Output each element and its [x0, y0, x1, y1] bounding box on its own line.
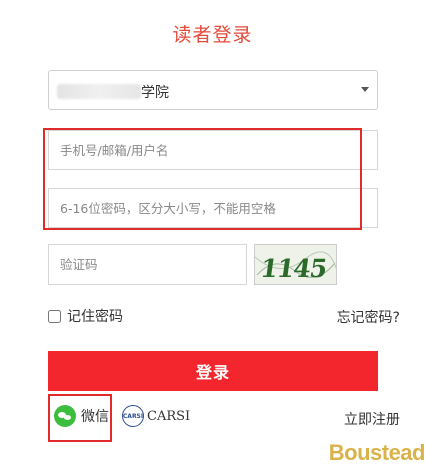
- carsi-label: CARSI: [147, 408, 191, 424]
- carsi-icon: CARSI: [122, 405, 144, 427]
- wechat-label: 微信: [81, 409, 109, 425]
- carsi-login-button[interactable]: CARSI CARSI: [122, 405, 190, 427]
- forgot-password-link[interactable]: 忘记密码?: [337, 307, 400, 327]
- chevron-down-icon[interactable]: [361, 87, 369, 92]
- remember-label: 记住密码: [67, 309, 123, 325]
- captcha-input[interactable]: [49, 245, 246, 284]
- wechat-login-button[interactable]: 微信: [54, 405, 109, 427]
- school-select[interactable]: 学院: [48, 70, 378, 110]
- blurred-school-name: [57, 84, 141, 99]
- captcha-text: 1145: [259, 253, 329, 283]
- login-button[interactable]: 登录: [48, 351, 378, 391]
- brand-watermark: Boustead: [328, 440, 425, 464]
- remember-password[interactable]: 记住密码: [48, 306, 123, 326]
- wechat-icon: [54, 405, 76, 427]
- remember-checkbox[interactable]: [48, 309, 61, 323]
- school-select-value: 学院: [141, 85, 169, 101]
- captcha-graphic: 1145: [255, 251, 336, 283]
- captcha-field[interactable]: [48, 244, 247, 285]
- captcha-image[interactable]: 1145: [254, 244, 337, 285]
- page-title: 读者登录: [172, 24, 253, 46]
- credentials-highlight-box: [43, 128, 362, 230]
- register-link[interactable]: 立即注册: [344, 409, 400, 429]
